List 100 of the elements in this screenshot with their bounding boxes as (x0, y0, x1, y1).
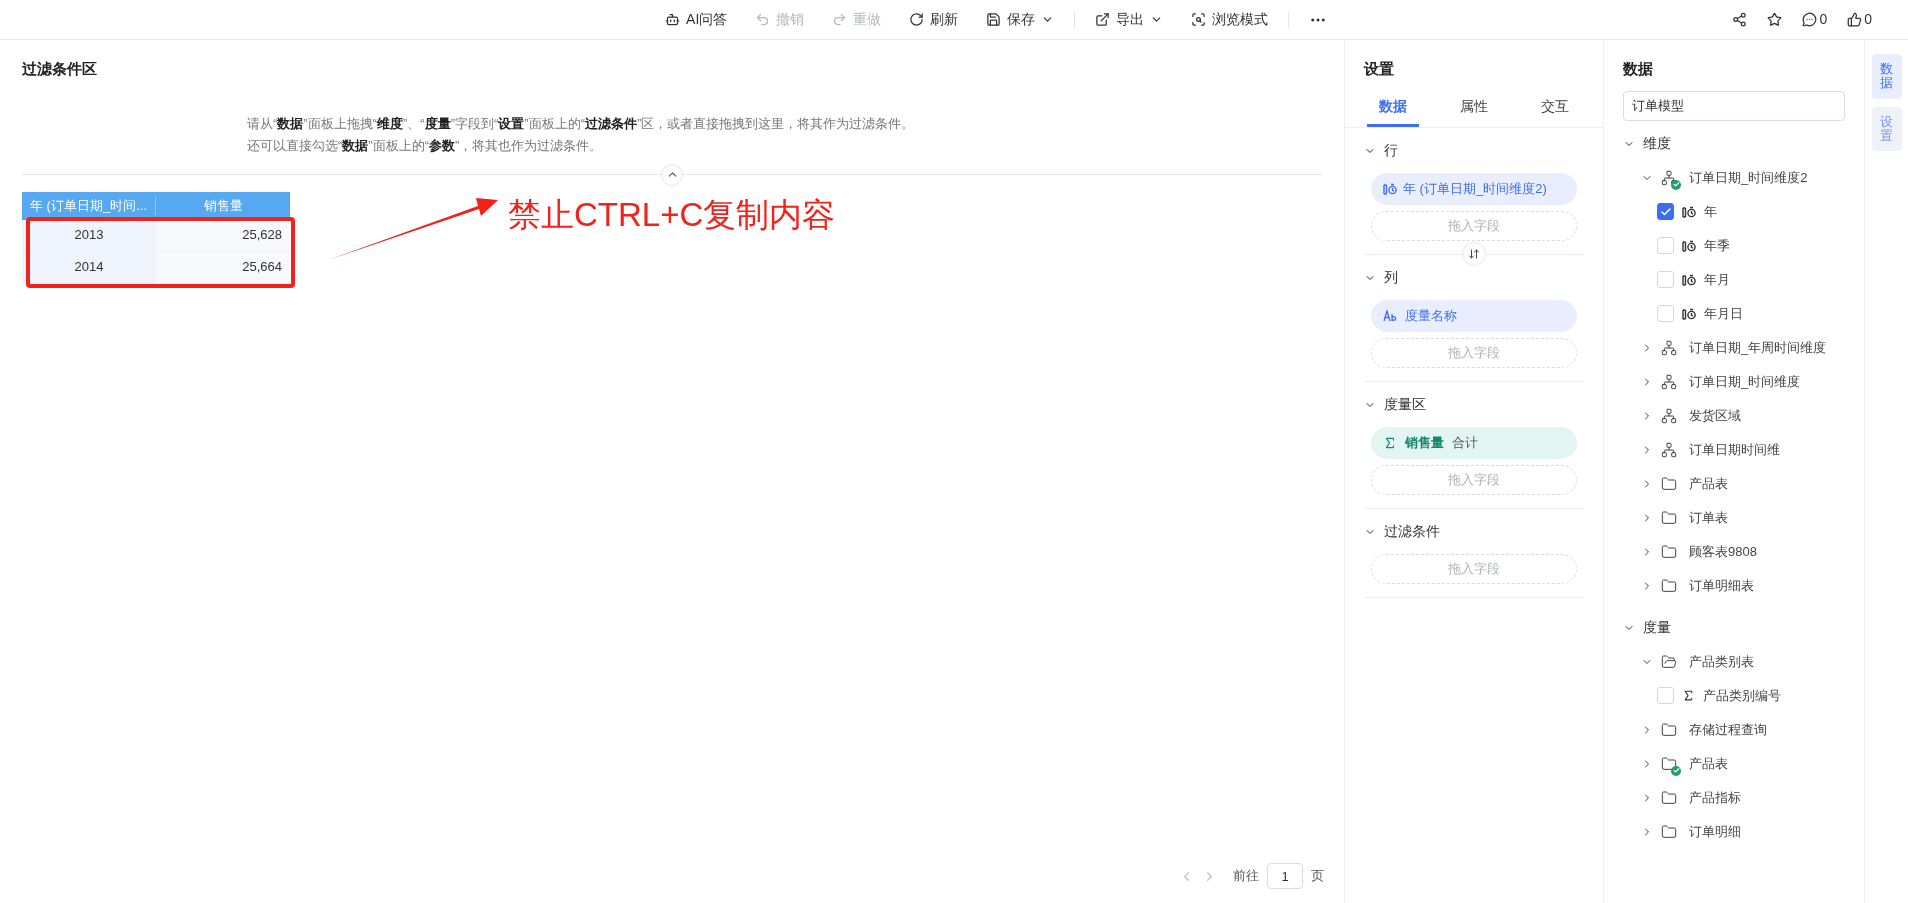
field-label: 产品类别编号 (1703, 686, 1781, 705)
folder-label: 产品表 (1689, 754, 1728, 773)
collapse-button[interactable] (661, 163, 683, 186)
folder-icon (1661, 543, 1677, 560)
redo-icon (832, 12, 848, 27)
tree-item[interactable]: 产品表 (1623, 466, 1845, 501)
tree-item[interactable]: 年 (1623, 194, 1845, 229)
panel-tab[interactable]: 数据 (1367, 88, 1420, 127)
folder-label: 订单日期时间维 (1689, 440, 1780, 459)
folder-label: 顾客表9808 (1689, 542, 1757, 561)
toolbar-button[interactable]: 浏览模式 (1179, 3, 1281, 36)
folder-label: 产品指标 (1689, 788, 1741, 807)
folder-label: 发货区域 (1689, 406, 1741, 425)
tree-item[interactable]: 年季 (1623, 228, 1845, 263)
like-button[interactable]: 0 (1847, 9, 1872, 30)
tree-item[interactable]: 产品表 (1623, 746, 1845, 781)
date-field-icon (1682, 307, 1696, 320)
view-icon (1191, 12, 1207, 27)
folder-label: 订单明细表 (1689, 576, 1754, 595)
table-cell: 2014 (22, 251, 156, 283)
tree-item[interactable]: 订单表 (1623, 500, 1845, 535)
field-pill[interactable]: 度量名称 (1371, 299, 1577, 332)
toolbar-button[interactable]: 导出 (1083, 3, 1176, 36)
folder-icon (1661, 789, 1677, 806)
model-select[interactable]: 订单模型 (1623, 90, 1845, 121)
thumbs-up-icon (1847, 12, 1863, 27)
open-folder-icon (1661, 653, 1677, 670)
toolbar-button[interactable]: 保存 (974, 3, 1067, 36)
field-label: 度量名称 (1405, 306, 1457, 325)
section-header[interactable]: 列 (1364, 266, 1584, 289)
field-label: 年 (1704, 202, 1717, 221)
folder-label: 订单日期_年周时间维度 (1689, 338, 1827, 357)
tree-item[interactable]: 顾客表9808 (1623, 534, 1845, 569)
section-header[interactable]: 过滤条件 (1364, 520, 1584, 543)
tree-item[interactable]: 发货区域 (1623, 398, 1845, 433)
comment-icon (1802, 12, 1818, 27)
checkmark-icon (1659, 205, 1672, 218)
hierarchy-icon (1661, 339, 1677, 356)
panel-title: 设置 (1362, 59, 1395, 79)
field-label: 年月 (1704, 270, 1730, 289)
date-field-icon (1682, 205, 1696, 218)
tree-item[interactable]: 产品指标 (1623, 780, 1845, 815)
folder-icon (1661, 577, 1677, 594)
hint-text: 还可以直接勾选“数据”面板上的“参数”，将其也作为过滤条件。 (247, 137, 603, 153)
page-input[interactable]: 1 (1267, 863, 1303, 889)
hierarchy-icon (1661, 169, 1677, 186)
comment-button[interactable]: 0 (1802, 9, 1828, 30)
text-type-icon (1383, 309, 1397, 322)
date-field-icon (1682, 239, 1696, 252)
date-field-icon (1682, 273, 1696, 286)
table-cell: 25,664 (156, 251, 290, 283)
tree-item[interactable]: 订单明细 (1623, 814, 1845, 849)
field-pill[interactable]: 销售量 合计 (1371, 426, 1577, 459)
section-title: 过滤条件区 (22, 59, 98, 79)
group-header[interactable]: 维度 (1623, 126, 1845, 161)
tree-item[interactable]: 产品类别表 (1623, 644, 1845, 679)
group-header[interactable]: 度量 (1623, 610, 1845, 645)
tree-item[interactable]: 订单明细表 (1623, 568, 1845, 603)
panel-title: 数据 (1623, 59, 1654, 79)
field-pill[interactable]: 年 (订单日期_时间维度2) (1371, 172, 1577, 205)
sum-icon (1383, 435, 1397, 450)
folder-label: 存储过程查询 (1689, 720, 1767, 739)
folder-label: 产品类别表 (1689, 652, 1754, 671)
folder-icon (1661, 755, 1677, 772)
tree-item[interactable]: 订单日期时间维 (1623, 432, 1845, 467)
section-header[interactable]: 度量区 (1364, 393, 1584, 416)
table-cell: 2013 (22, 219, 156, 251)
hierarchy-icon (1661, 407, 1677, 424)
undo-icon (755, 12, 771, 27)
tree-item[interactable]: 订单日期_时间维度2 (1623, 160, 1845, 195)
panel-tab[interactable]: 属性 (1448, 88, 1500, 127)
folder-label: 订单日期_时间维度 (1689, 372, 1801, 391)
tree-item[interactable]: 存储过程查询 (1623, 712, 1845, 747)
hierarchy-icon (1661, 373, 1677, 390)
export-icon (1095, 12, 1111, 27)
date-field-icon (1383, 182, 1397, 195)
tree-item[interactable]: 年月日 (1623, 296, 1845, 331)
swap-button[interactable] (1462, 241, 1486, 266)
folder-icon (1661, 509, 1677, 526)
toolbar-button[interactable]: AI问答 (653, 3, 740, 36)
folder-label: 产品表 (1689, 474, 1728, 493)
share-icon[interactable] (1732, 12, 1748, 27)
column-header: 年 (订单日期_时间... (22, 195, 156, 216)
panel-tab[interactable]: 交互 (1528, 88, 1581, 127)
robot-icon (665, 12, 681, 27)
tree-item[interactable]: 年月 (1623, 262, 1845, 297)
side-tab[interactable]: 数据 (1871, 54, 1902, 99)
tree-item[interactable]: 订单日期_年周时间维度 (1623, 330, 1845, 365)
tree-item[interactable]: 订单日期_时间维度 (1623, 364, 1845, 399)
section-header[interactable]: 行 (1364, 139, 1584, 162)
folder-icon (1661, 475, 1677, 492)
swap-icon (1468, 247, 1480, 260)
tree-item[interactable]: 产品类别编号 (1623, 678, 1845, 713)
column-header: 销售量 (202, 196, 244, 215)
field-label: 销售量 (1405, 433, 1444, 452)
folder-label: 订单明细 (1689, 822, 1741, 841)
checkbox[interactable] (1657, 203, 1674, 220)
hierarchy-icon (1661, 441, 1677, 458)
star-icon[interactable] (1767, 12, 1783, 27)
toolbar-button[interactable]: 刷新 (897, 3, 971, 36)
